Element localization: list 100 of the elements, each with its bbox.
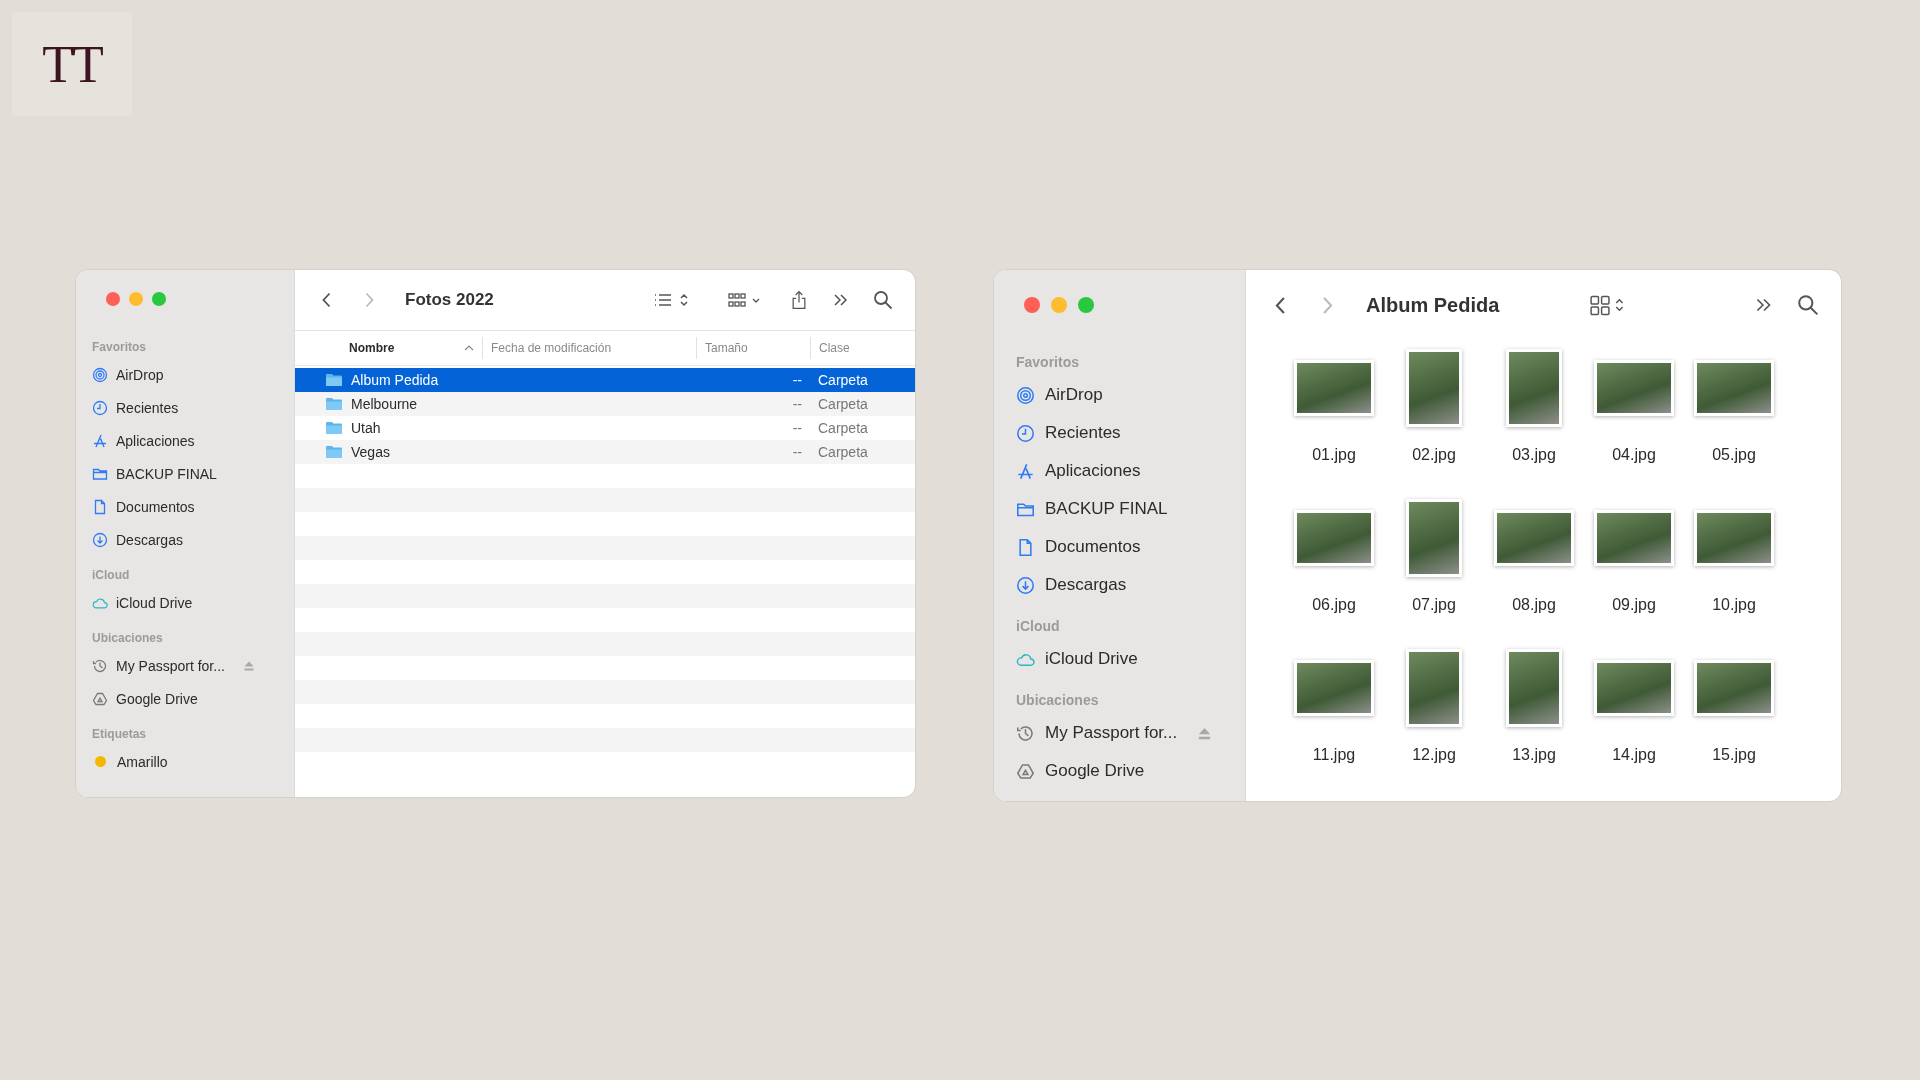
kind-cell-text: Carpeta — [817, 372, 869, 388]
window-title: Fotos 2022 — [405, 290, 495, 310]
sidebar-item[interactable]: Amarillo — [90, 745, 280, 778]
folder-icon — [325, 445, 343, 459]
apps-icon — [92, 432, 108, 449]
folder-name: Utah — [351, 420, 381, 436]
folder-row[interactable]: Utah -- Carpeta — [295, 416, 915, 440]
sidebar-item[interactable]: Recientes — [90, 391, 280, 424]
sidebar-item[interactable]: Google Drive — [1014, 752, 1225, 790]
sidebar-item[interactable]: BACKUP FINAL — [1014, 490, 1225, 528]
airdrop-icon — [1016, 385, 1035, 405]
back-button[interactable] — [321, 291, 333, 309]
search-button[interactable] — [1797, 294, 1819, 316]
sidebar-item[interactable]: iCloud Drive — [90, 586, 280, 619]
file-item[interactable]: 03.jpg — [1484, 342, 1584, 492]
folder-icon — [325, 421, 343, 435]
file-name: 12.jpg — [1412, 746, 1456, 764]
download-icon — [92, 531, 108, 548]
file-name: 09.jpg — [1612, 596, 1656, 614]
folder-icon — [325, 397, 343, 411]
file-item[interactable]: 14.jpg — [1584, 642, 1684, 792]
document-icon — [92, 498, 108, 515]
column-header[interactable]: Tamaño — [696, 337, 810, 359]
download-icon — [1016, 575, 1035, 595]
sidebar-item[interactable]: My Passport for... — [90, 649, 280, 682]
sidebar-item[interactable]: Aplicaciones — [1014, 452, 1225, 490]
file-item[interactable]: 04.jpg — [1584, 342, 1684, 492]
folder-name: Vegas — [351, 444, 390, 460]
file-name: 10.jpg — [1712, 596, 1756, 614]
sidebar-item[interactable]: Descargas — [1014, 566, 1225, 604]
close-button[interactable] — [106, 292, 120, 306]
clock-icon — [1016, 423, 1035, 443]
sidebar-item[interactable]: Documentos — [1014, 528, 1225, 566]
file-name: 06.jpg — [1312, 596, 1356, 614]
sidebar-item[interactable]: Google Drive — [90, 682, 280, 715]
sidebar-item[interactable]: iCloud Drive — [1014, 640, 1225, 678]
sidebar-heading: Favoritos — [91, 339, 147, 356]
file-name: 13.jpg — [1512, 746, 1556, 764]
file-item[interactable]: 11.jpg — [1284, 642, 1384, 792]
file-name: 08.jpg — [1512, 596, 1556, 614]
search-button[interactable] — [873, 290, 893, 310]
file-item[interactable]: 08.jpg — [1484, 492, 1584, 642]
drive-icon — [1016, 761, 1035, 781]
sidebar-item[interactable]: Documentos — [90, 490, 280, 523]
file-item[interactable]: 02.jpg — [1384, 342, 1484, 492]
clock-icon — [1016, 723, 1035, 743]
folder-row[interactable]: Melbourne -- Carpeta — [295, 392, 915, 416]
sidebar-item[interactable]: Recientes — [1014, 414, 1225, 452]
clock-icon — [92, 399, 108, 416]
file-name: 14.jpg — [1612, 746, 1656, 764]
logo: TT — [42, 34, 102, 94]
sidebar-item[interactable]: My Passport for... — [1014, 714, 1225, 752]
sidebar-item[interactable]: Aplicaciones — [90, 424, 280, 457]
document-icon — [1016, 537, 1035, 557]
sidebar-item[interactable]: BACKUP FINAL — [90, 457, 280, 490]
sidebar-heading: iCloud — [1015, 617, 1061, 636]
kind-cell-text: Carpeta — [817, 396, 869, 412]
sidebar-item[interactable]: AirDrop — [1014, 376, 1225, 414]
folder-row[interactable]: Album Pedida -- Carpeta — [295, 368, 915, 392]
drive-icon — [92, 690, 108, 707]
sidebar-item[interactable]: Descargas — [90, 523, 280, 556]
sidebar-heading: Favoritos — [1015, 353, 1080, 372]
window-title: Album Pedida — [1366, 293, 1500, 317]
airdrop-icon — [92, 366, 108, 383]
file-item[interactable]: 09.jpg — [1584, 492, 1684, 642]
close-button[interactable] — [1024, 297, 1040, 313]
file-name: 04.jpg — [1612, 446, 1656, 464]
folder-name: Melbourne — [351, 396, 418, 412]
file-item[interactable]: 12.jpg — [1384, 642, 1484, 792]
column-header[interactable]: Nombre — [295, 337, 482, 359]
kind-cell-text: Carpeta — [817, 444, 869, 460]
file-item[interactable]: 13.jpg — [1484, 642, 1584, 792]
file-name: 05.jpg — [1712, 446, 1756, 464]
sidebar-heading: Etiquetas — [91, 726, 147, 743]
size-cell-text: -- — [791, 372, 803, 388]
sidebar-heading: Ubicaciones — [91, 630, 164, 647]
file-item[interactable]: 10.jpg — [1684, 492, 1784, 642]
file-name: 15.jpg — [1712, 746, 1756, 764]
clock-icon — [92, 657, 108, 674]
file-name: 03.jpg — [1512, 446, 1556, 464]
column-header[interactable]: Fecha de modificación — [482, 337, 696, 359]
size-cell-text: -- — [791, 396, 803, 412]
file-name: 07.jpg — [1412, 596, 1456, 614]
kind-cell-text: Carpeta — [817, 420, 869, 436]
file-item[interactable]: 07.jpg — [1384, 492, 1484, 642]
file-item[interactable]: 01.jpg — [1284, 342, 1384, 492]
file-item[interactable]: 06.jpg — [1284, 492, 1384, 642]
folder-icon — [325, 373, 343, 387]
file-item[interactable]: 15.jpg — [1684, 642, 1784, 792]
sidebar-heading: iCloud — [91, 567, 131, 584]
sidebar-item[interactable]: AirDrop — [90, 358, 280, 391]
file-name: 02.jpg — [1412, 446, 1456, 464]
apps-icon — [1016, 461, 1035, 481]
size-cell-text: -- — [791, 420, 803, 436]
file-name: 11.jpg — [1312, 746, 1356, 764]
column-header[interactable]: Clase — [810, 337, 915, 359]
sidebar-heading: Ubicaciones — [1015, 691, 1100, 710]
size-cell-text: -- — [791, 444, 803, 460]
folder-row[interactable]: Vegas -- Carpeta — [295, 440, 915, 464]
file-item[interactable]: 05.jpg — [1684, 342, 1784, 492]
